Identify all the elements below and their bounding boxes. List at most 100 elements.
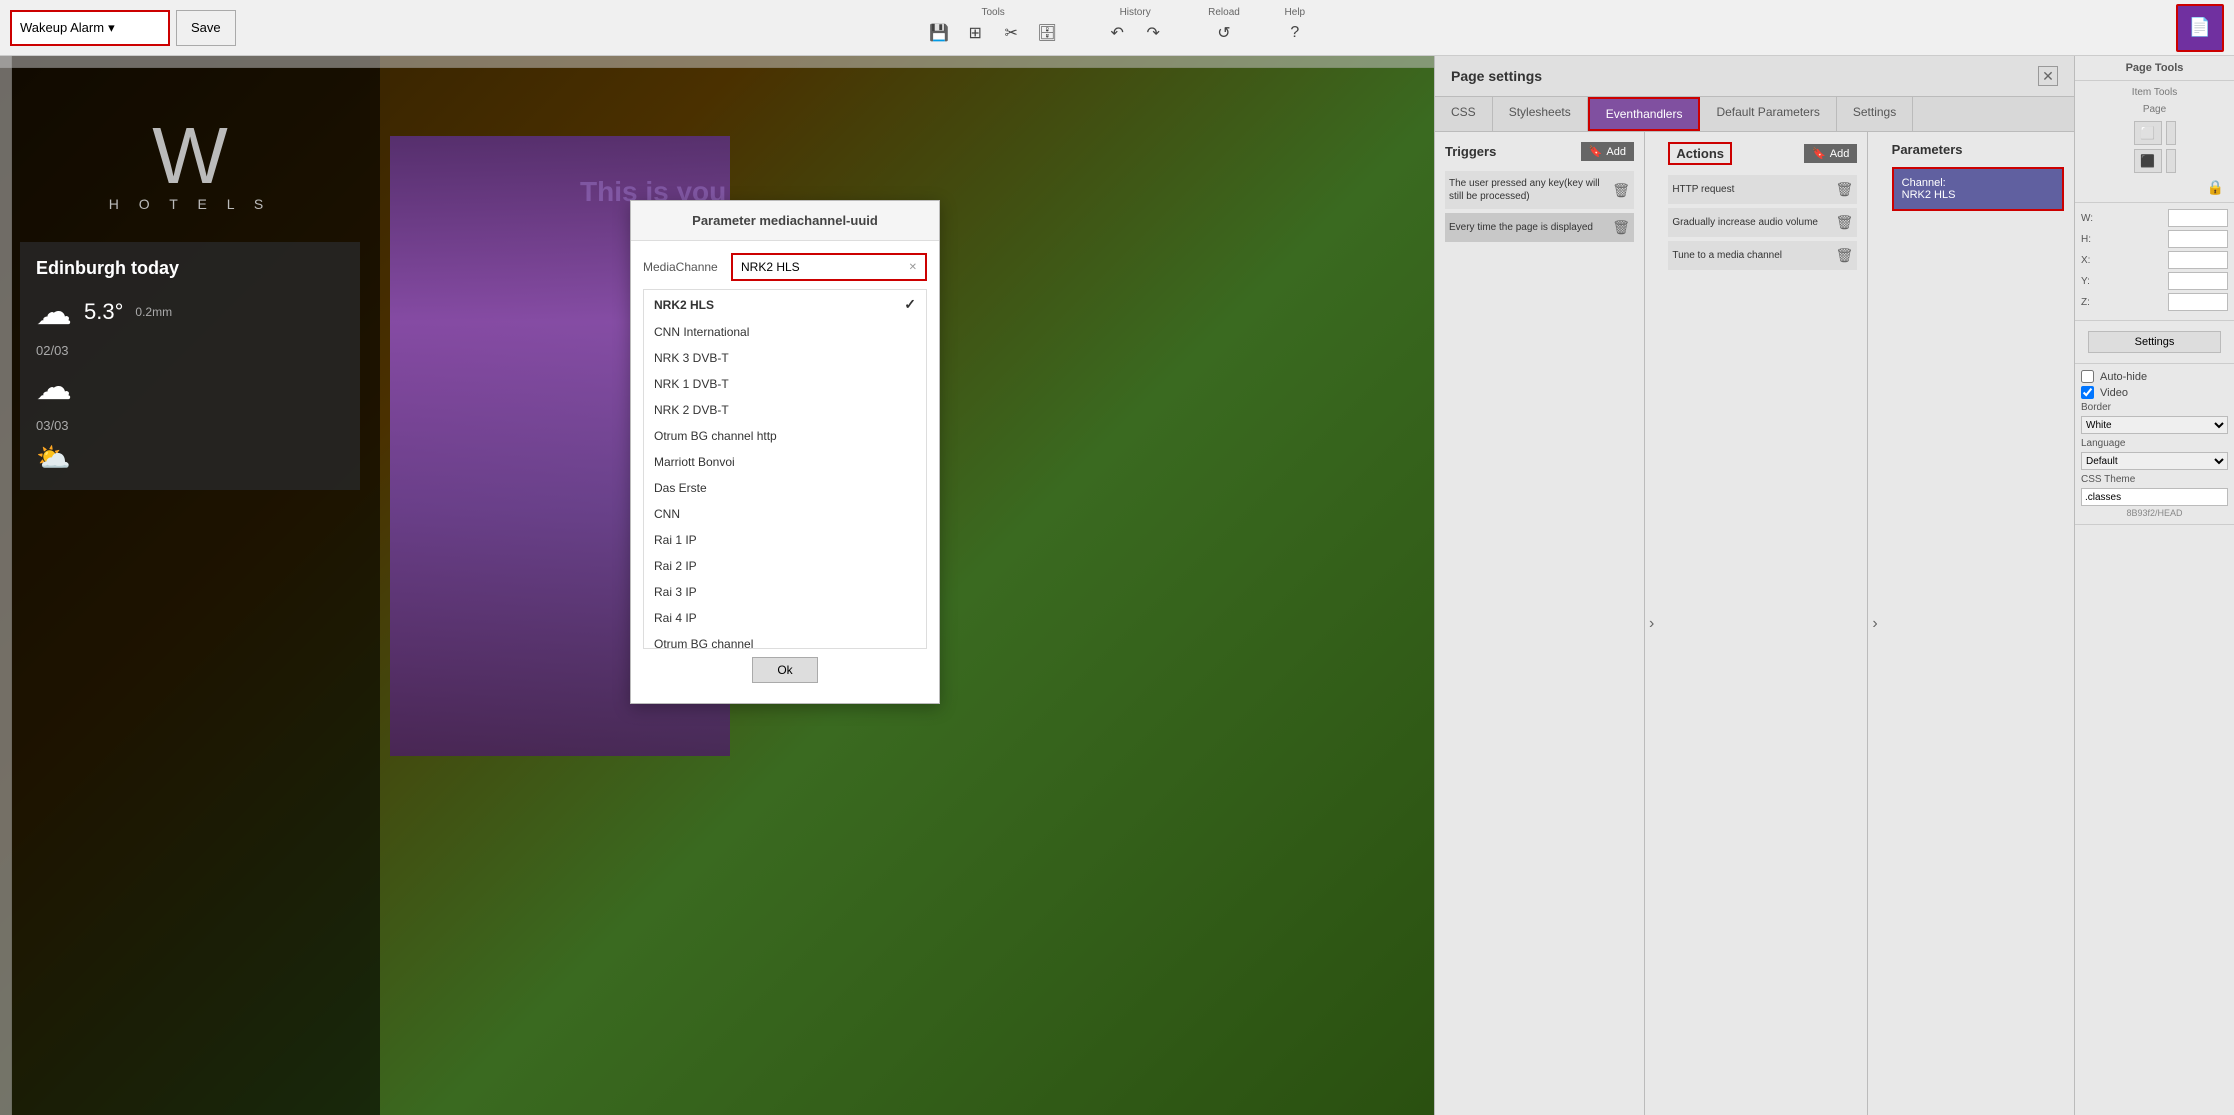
- weather-panel: Edinburgh today ☁ 5.3° 0.2mm 02/03 ☁ 03/…: [20, 242, 360, 490]
- history-icons: ↶ ↷: [1102, 18, 1168, 48]
- parameter-item-channel[interactable]: Channel: NRK2 HLS: [1892, 167, 2064, 211]
- param-channel-value: NRK2 HLS: [1902, 189, 2054, 201]
- tools-section: Tools 💾 ⊞ ✂ 🗄: [924, 7, 1062, 48]
- dropdown-option-7[interactable]: Das Erste: [644, 475, 926, 501]
- border-select[interactable]: White: [2081, 416, 2228, 434]
- panel-title: Page settings: [1451, 68, 1542, 84]
- y-label: Y:: [2081, 276, 2090, 287]
- item-scale-icon[interactable]: [2166, 149, 2176, 173]
- tab-eventhandlers[interactable]: Eventhandlers: [1588, 97, 1701, 131]
- dropdown-option-12[interactable]: Rai 4 IP: [644, 605, 926, 631]
- close-panel-button[interactable]: ✕: [2038, 66, 2058, 86]
- css-theme-input[interactable]: [2081, 488, 2228, 506]
- action-item-2[interactable]: Gradually increase audio volume 🗑: [1668, 208, 1857, 237]
- x-input[interactable]: [2168, 251, 2228, 269]
- height-input[interactable]: [2168, 230, 2228, 248]
- settings-button[interactable]: Settings: [2088, 331, 2220, 353]
- reload-section: Reload ↺: [1208, 7, 1240, 48]
- reload-icon[interactable]: ↺: [1209, 18, 1239, 48]
- dropdown-option-10[interactable]: Rai 2 IP: [644, 553, 926, 579]
- dropdown-option-2[interactable]: NRK 3 DVB-T: [644, 345, 926, 371]
- page-settings-panel: Page settings ✕ CSS Stylesheets Eventhan…: [1434, 56, 2074, 1115]
- dropdown-option-4[interactable]: NRK 2 DVB-T: [644, 397, 926, 423]
- help-label: Help: [1285, 7, 1306, 18]
- z-row: Z:: [2081, 293, 2228, 311]
- database-icon[interactable]: 🗄: [1032, 18, 1062, 48]
- video-checkbox[interactable]: [2081, 386, 2094, 399]
- page-tools-icon[interactable]: 📄: [2176, 4, 2224, 52]
- page-name-select[interactable]: Wakeup Alarm ▾: [10, 10, 170, 46]
- item-tool-2-icon[interactable]: [2166, 121, 2176, 145]
- dropdown-selected-value[interactable]: NRK2 HLS ✕: [733, 255, 925, 279]
- main-area: W H O T E L S Edinburgh today ☁ 5.3° 0.2…: [0, 56, 2234, 1115]
- dropdown-arrow-icon: ▾: [108, 20, 115, 36]
- undo-icon[interactable]: ↶: [1102, 18, 1132, 48]
- tools-label: Tools: [981, 7, 1004, 18]
- top-toolbar: Wakeup Alarm ▾ Save Tools 💾 ⊞ ✂ 🗄 Histor…: [0, 0, 2234, 56]
- action-item-1[interactable]: HTTP request 🗑: [1668, 175, 1857, 204]
- y-input[interactable]: [2168, 272, 2228, 290]
- dropdown-ok-button[interactable]: Ok: [752, 657, 817, 683]
- dropdown-option-9[interactable]: Rai 1 IP: [644, 527, 926, 553]
- css-theme-row: CSS Theme: [2081, 474, 2228, 485]
- width-input[interactable]: [2168, 209, 2228, 227]
- hotel-logo: W H O T E L S: [109, 116, 271, 212]
- cloud-icon-1: ☁: [36, 291, 72, 333]
- dropdown-clear-icon[interactable]: ✕: [909, 262, 917, 273]
- mediachannel-row: MediaChanne NRK2 HLS ✕: [643, 253, 927, 281]
- trigger-item-2[interactable]: Every time the page is displayed 🗑: [1445, 213, 1634, 242]
- z-input[interactable]: [2168, 293, 2228, 311]
- item-tools-icons-row2: ⬛: [2081, 149, 2228, 173]
- parameters-header: Parameters: [1892, 142, 2064, 157]
- tab-stylesheets[interactable]: Stylesheets: [1493, 97, 1588, 131]
- date-2: 03/03: [36, 418, 344, 433]
- help-icon[interactable]: ?: [1280, 18, 1310, 48]
- history-section: History ↶ ↷: [1102, 7, 1168, 48]
- delete-trigger-2-icon[interactable]: 🗑: [1612, 219, 1630, 236]
- tab-default-parameters[interactable]: Default Parameters: [1700, 97, 1836, 131]
- redo-icon[interactable]: ↷: [1138, 18, 1168, 48]
- item-resize-icon[interactable]: ⬜: [2134, 121, 2162, 145]
- history-label: History: [1120, 7, 1151, 18]
- dropdown-option-0[interactable]: NRK2 HLS ✓: [644, 290, 926, 319]
- tab-css[interactable]: CSS: [1435, 97, 1493, 131]
- add-action-icon: 🔖: [1812, 147, 1826, 160]
- action-item-3[interactable]: Tune to a media channel 🗑: [1668, 241, 1857, 270]
- dropdown-option-8[interactable]: CNN: [644, 501, 926, 527]
- delete-action-1-icon[interactable]: 🗑: [1836, 181, 1854, 198]
- sun-cloud-icon: ⛅: [36, 442, 71, 473]
- triggers-add-button[interactable]: 🔖 Add: [1581, 142, 1634, 161]
- dropdown-option-6[interactable]: Marriott Bonvoi: [644, 449, 926, 475]
- save-tool-icon[interactable]: 💾: [924, 18, 954, 48]
- delete-trigger-1-icon[interactable]: 🗑: [1612, 182, 1630, 199]
- dropdown-option-3[interactable]: NRK 1 DVB-T: [644, 371, 926, 397]
- dropdown-list[interactable]: NRK2 HLS ✓ CNN International NRK 3 DVB-T…: [643, 289, 927, 649]
- delete-action-3-icon[interactable]: 🗑: [1836, 247, 1854, 264]
- delete-action-2-icon[interactable]: 🗑: [1836, 214, 1854, 231]
- save-button[interactable]: Save: [176, 10, 236, 46]
- dropdown-option-13[interactable]: Otrum BG channel: [644, 631, 926, 649]
- dropdown-select-wrapper[interactable]: NRK2 HLS ✕: [731, 253, 927, 281]
- dropdown-modal-title: Parameter mediachannel-uuid: [631, 201, 939, 241]
- dropdown-modal: Parameter mediachannel-uuid MediaChanne …: [630, 200, 940, 704]
- actions-add-button[interactable]: 🔖 Add: [1804, 144, 1857, 163]
- autohide-checkbox[interactable]: [2081, 370, 2094, 383]
- help-section: Help ?: [1280, 7, 1310, 48]
- dropdown-option-1[interactable]: CNN International: [644, 319, 926, 345]
- trigger-item-1[interactable]: The user pressed any key(key will still …: [1445, 171, 1634, 209]
- cut-icon[interactable]: ✂: [996, 18, 1026, 48]
- settings-section: Settings: [2075, 321, 2234, 364]
- precip-1: 0.2mm: [135, 305, 172, 319]
- layers-icon[interactable]: ⊞: [960, 18, 990, 48]
- tab-settings[interactable]: Settings: [1837, 97, 1913, 131]
- panel-body: Triggers 🔖 Add The user pressed any key(…: [1435, 132, 2074, 1115]
- item-tools-title: Item Tools: [2081, 87, 2228, 98]
- item-move-icon[interactable]: ⬛: [2134, 149, 2162, 173]
- checkmark-icon: ✓: [904, 296, 916, 313]
- dropdown-option-11[interactable]: Rai 3 IP: [644, 579, 926, 605]
- border-label: Border: [2081, 402, 2111, 413]
- dropdown-option-5[interactable]: Otrum BG channel http: [644, 423, 926, 449]
- tools-icons: 💾 ⊞ ✂ 🗄: [924, 18, 1062, 48]
- lock-icon: 🔒: [2207, 179, 2224, 196]
- language-select[interactable]: Default: [2081, 452, 2228, 470]
